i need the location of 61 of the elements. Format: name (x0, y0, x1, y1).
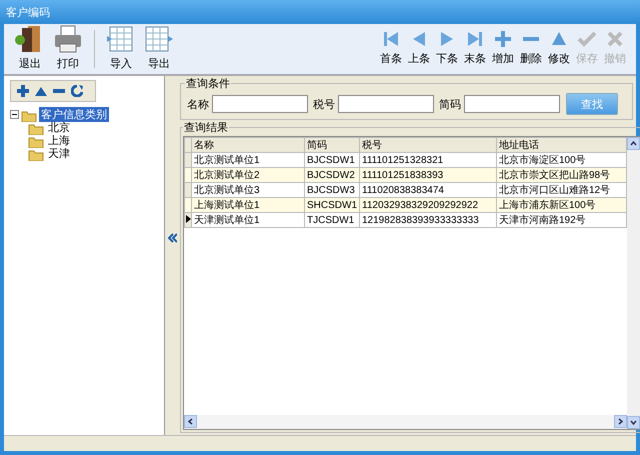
first-icon (381, 29, 401, 49)
minus-icon (523, 37, 539, 41)
scroll-left-button[interactable] (184, 415, 197, 428)
export-button[interactable]: 导出 (141, 24, 177, 74)
check-icon (577, 29, 597, 49)
table-cell: TJCSDW1 (304, 212, 360, 228)
import-button[interactable]: 导入 (103, 24, 139, 74)
search-field[interactable] (338, 95, 434, 113)
table-cell: 上海市浦东新区100号 (496, 198, 626, 212)
tree-item[interactable]: 客户信息类别 (39, 107, 109, 122)
table-cell: SHCSDW1 (304, 198, 360, 212)
refresh-icon[interactable] (71, 85, 83, 97)
table-cell: 北京市崇文区把山路98号 (496, 168, 626, 182)
collapse-icon[interactable] (10, 110, 19, 119)
column-header[interactable]: 简码 (304, 138, 360, 152)
delete-button[interactable]: 删除 (518, 29, 544, 74)
field-label: 名称 (187, 96, 209, 112)
table-cell: 121982838393933333333 (360, 212, 496, 228)
window-title: 客户编码 (6, 4, 50, 20)
cross-icon (605, 29, 625, 49)
first-button[interactable]: 首条 (378, 29, 404, 74)
up-icon[interactable] (35, 85, 47, 97)
table-cell: BJCSDW2 (304, 168, 360, 182)
chevron-right-icon (617, 418, 624, 425)
group-title: 查询条件 (185, 76, 231, 91)
chevron-down-icon (630, 419, 637, 426)
scroll-right-button[interactable] (614, 415, 627, 428)
next-button[interactable]: 下条 (434, 29, 460, 74)
table-cell: 北京测试单位2 (192, 168, 304, 182)
column-header[interactable]: 税号 (360, 138, 496, 152)
edit-button[interactable]: 修改 (546, 29, 572, 74)
scroll-up-button[interactable] (627, 137, 640, 150)
exit-button[interactable]: 退出 (12, 24, 48, 74)
last-button[interactable]: 末条 (462, 29, 488, 74)
table-cell: 上海测试单位1 (192, 198, 304, 212)
tree-item[interactable]: 上海 (46, 133, 72, 148)
last-icon (465, 29, 485, 49)
table-export-icon (143, 24, 175, 54)
tree-item[interactable]: 北京 (46, 120, 72, 135)
print-button[interactable]: 打印 (50, 24, 86, 74)
plus-icon (493, 29, 513, 49)
table-cell: 天津测试单位1 (192, 212, 304, 228)
add-button[interactable]: 增加 (490, 29, 516, 74)
collapse-left-icon[interactable] (168, 233, 177, 243)
column-header[interactable]: 地址电话 (496, 138, 626, 152)
group-title: 查询结果 (183, 120, 229, 135)
table-cell: 111101251838393 (360, 168, 496, 182)
table-cell: 天津市河南路192号 (496, 212, 626, 228)
chevron-up-icon (630, 140, 637, 147)
scroll-down-button[interactable] (627, 416, 640, 429)
add-icon[interactable] (17, 85, 29, 97)
row-pointer-icon[interactable] (184, 212, 192, 228)
chevron-left-icon (187, 418, 194, 425)
column-header[interactable]: 名称 (192, 138, 304, 152)
search-field[interactable] (212, 95, 308, 113)
search-field[interactable] (464, 95, 560, 113)
field-label: 税号 (313, 96, 335, 112)
table-cell: 112032938329209292922 (360, 198, 496, 212)
tree-item[interactable]: 天津 (46, 146, 72, 161)
prev-button[interactable]: 上条 (406, 29, 432, 74)
field-label: 简码 (439, 96, 461, 112)
